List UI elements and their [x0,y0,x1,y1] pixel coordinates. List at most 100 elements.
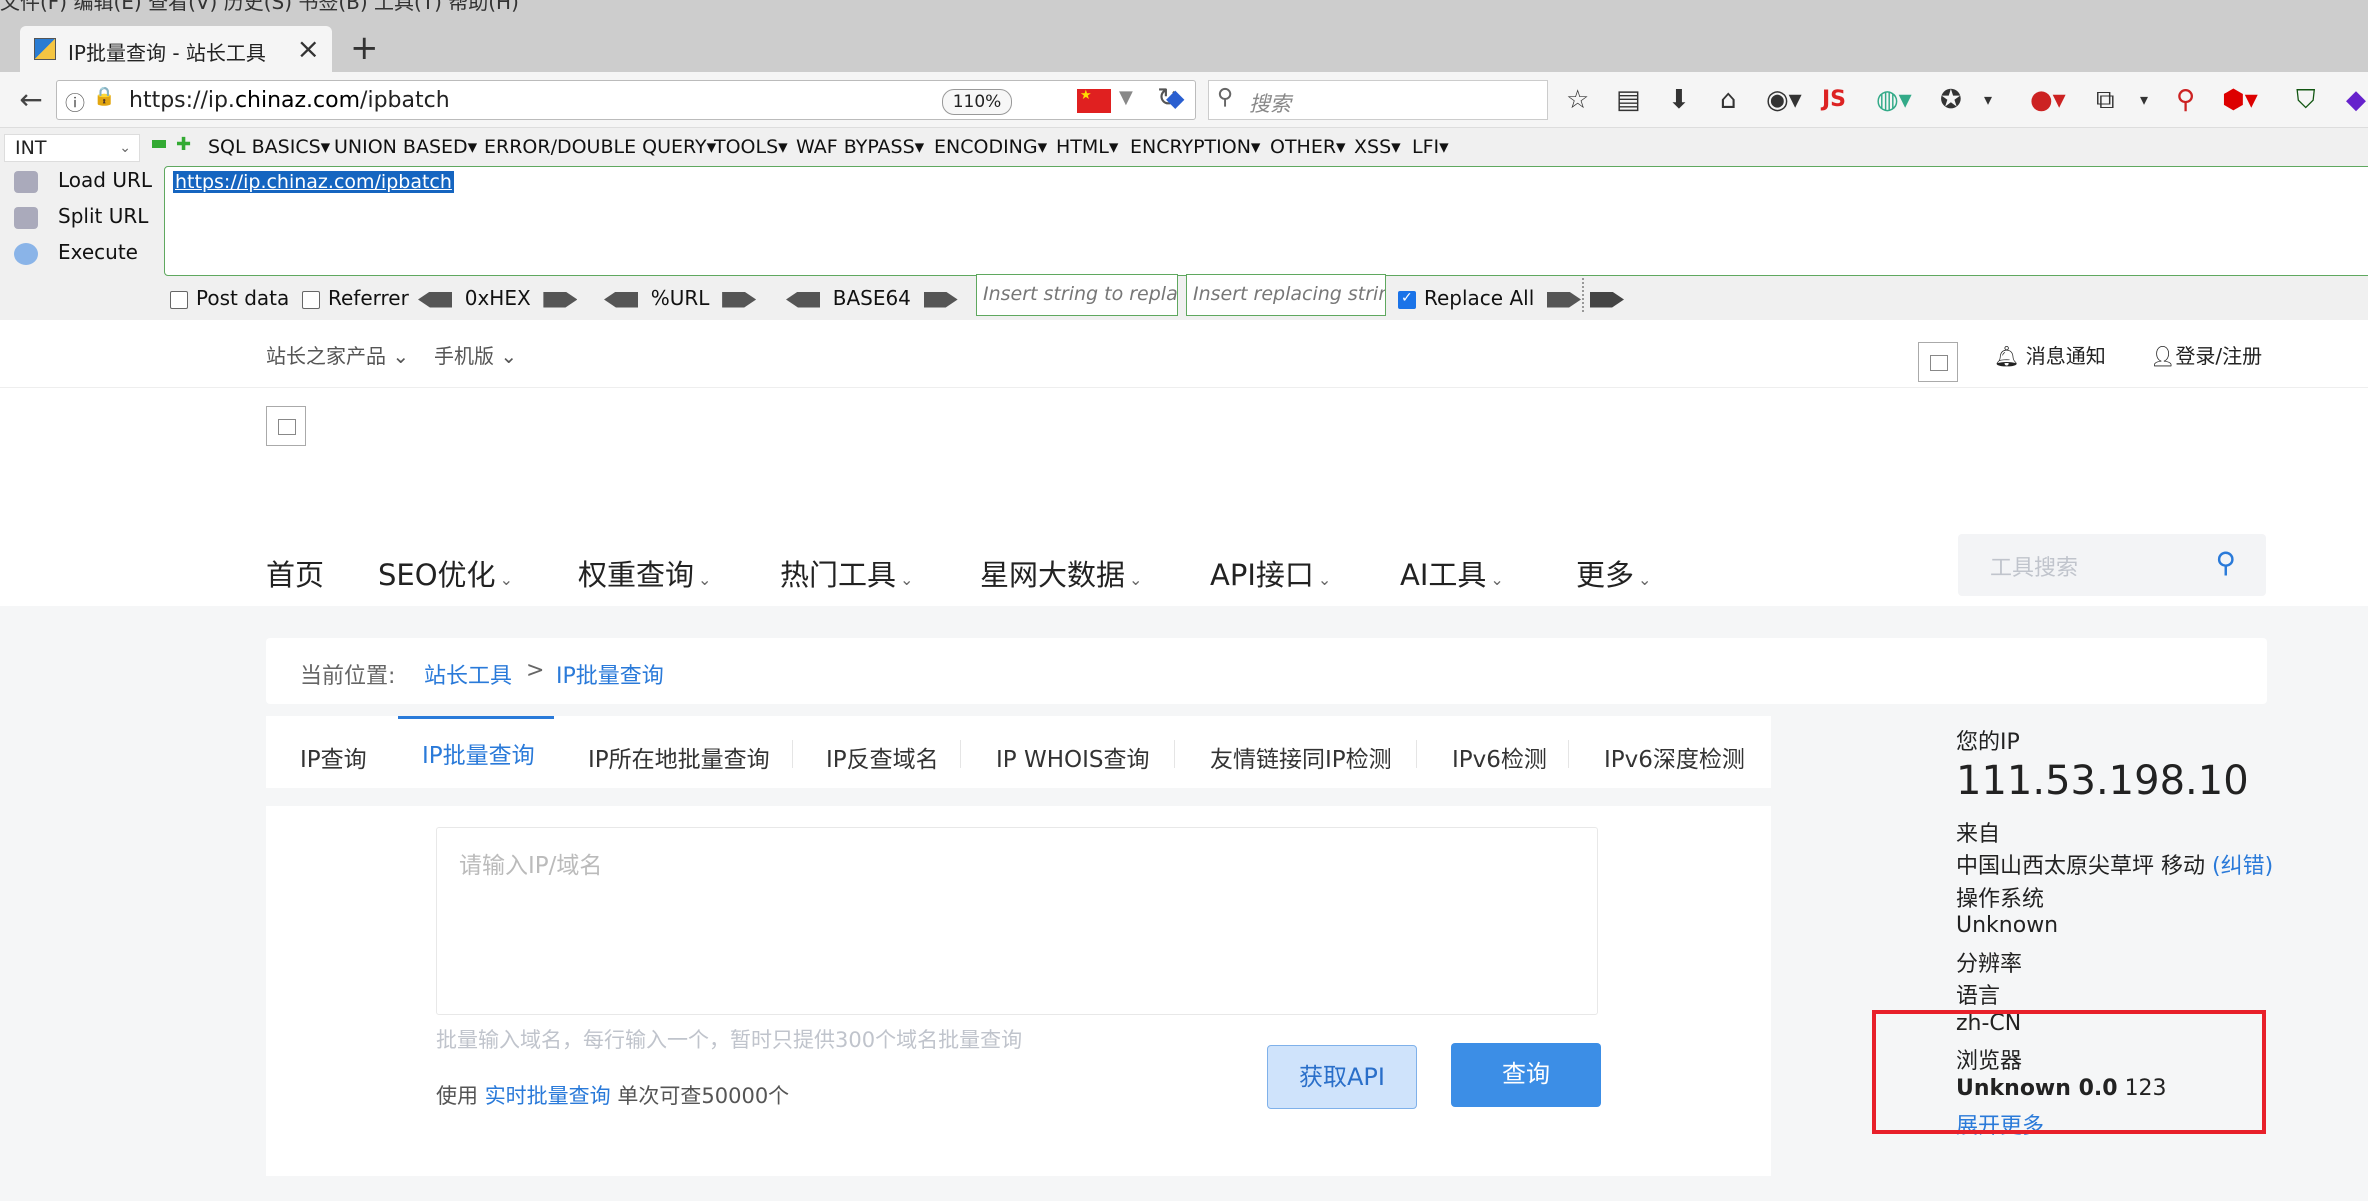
address-bar[interactable]: ⓘ 🔒 https://ip.chinaz.com/ipbatch 110% ▼… [56,80,1196,120]
query-button[interactable]: 查询 [1451,1043,1601,1107]
menu-encryption[interactable]: ENCRYPTION▾ [1130,136,1260,158]
load-icon [14,170,38,193]
nav-ai-tools[interactable]: AI工具 ⌄ [1400,552,1504,594]
correct-link[interactable]: (纠错) [2212,854,2273,879]
split-url-button[interactable]: Split URL [0,204,148,229]
split-icon [14,206,38,229]
load-url-button[interactable]: Load URL [0,168,152,193]
browser-tab-active[interactable]: IP批量查询 - 站长工具 × [20,26,332,72]
notification-button[interactable]: 🔔︎ 消息通知 [1994,340,2106,369]
menu-xss[interactable]: XSS▾ [1354,136,1401,158]
tab-ipv6[interactable]: IPv6检测 [1452,740,1547,774]
lock-icon: 🔒 [93,86,116,107]
js-icon[interactable]: JS [1822,86,1846,114]
login-button[interactable]: 👤︎登录/注册 [2150,340,2262,369]
reading-list-icon[interactable]: ▤ [1616,86,1641,114]
lastpass-icon[interactable]: ●▾ [2030,86,2066,114]
browser-chrome: 文件(F) 编辑(E) 查看(V) 历史(S) 书签(B) 工具(T) 帮助(H… [0,0,2368,320]
chevron-down-icon[interactable]: ▾ [2140,86,2148,114]
left-arrow-icon [418,291,452,308]
tab-friend-link-ip[interactable]: 友情链接同IP检测 [1210,740,1392,774]
tool-tabs: IP查询 IP批量查询 IP所在地批量查询 IP反查域名 IP WHOIS查询 … [266,716,1771,788]
products-dropdown[interactable]: 站长之家产品 ⌄ [266,340,409,369]
red-highlight-box [1872,1010,2266,1134]
globe-icon[interactable]: ◉▾ [1766,86,1802,114]
nav-bigdata[interactable]: 星网大数据 ⌄ [980,552,1142,594]
adblock-icon[interactable]: ⬢▾ [2222,86,2258,114]
int-select[interactable]: INT ⌄ [4,134,140,162]
bell-icon: 🔔︎ [1994,344,2020,368]
nav-seo[interactable]: SEO优化 ⌄ [378,552,513,594]
tab-ip-reverse[interactable]: IP反查域名 [826,740,939,774]
menu-waf-bypass[interactable]: WAF BYPASS▾ [796,136,924,158]
play-icon [14,242,38,265]
url-encoder[interactable]: %URL [604,286,757,310]
base64-encoder[interactable]: BASE64 [786,286,958,310]
hex-encoder[interactable]: 0xHEX [418,286,578,310]
new-tab-icon[interactable]: + [350,28,379,68]
get-api-button[interactable]: 获取API [1267,1045,1417,1109]
tool-search-input[interactable]: 工具搜索 ⚲ [1958,534,2266,596]
palette-icon[interactable]: ✪ [1940,86,1962,114]
post-data-checkbox[interactable]: Post data [170,286,289,310]
magnifier-icon[interactable]: ⚲ [2176,86,2195,114]
replace-all-checkbox[interactable]: Replace All [1398,286,1581,310]
menu-union-based[interactable]: UNION BASED▾ [334,136,477,158]
tab-strip: 文件(F) 编辑(E) 查看(V) 历史(S) 书签(B) 工具(T) 帮助(H… [0,0,2368,72]
tab-ip-batch[interactable]: IP批量查询 [422,736,535,770]
menu-other[interactable]: OTHER▾ [1270,136,1346,158]
plus-icon[interactable]: ✚ [176,134,191,155]
tab-ip-whois[interactable]: IP WHOIS查询 [996,740,1150,774]
language-label: 语言 [1956,984,2001,1009]
menu-encoding[interactable]: ENCODING▾ [934,136,1047,158]
close-tab-icon[interactable]: × [297,32,320,65]
execute-button[interactable]: Execute [0,240,138,265]
menu-tools[interactable]: TOOLS▾ [714,136,788,158]
home-icon[interactable]: ⌂ [1720,86,1737,114]
menu-sql-basics[interactable]: SQL BASICS▾ [208,136,330,158]
search-icon[interactable]: ⚲ [2215,546,2236,579]
search-placeholder: 搜索 [1249,92,1291,116]
download-icon[interactable]: ⬇ [1668,86,1690,114]
menu-bar[interactable]: 文件(F) 编辑(E) 查看(V) 历史(S) 书签(B) 工具(T) 帮助(H… [0,0,519,15]
bookmark-star-icon[interactable]: ☆ [1566,86,1589,114]
realtime-batch-link[interactable]: 实时批量查询 [485,1084,611,1108]
run-replace-button[interactable] [1590,286,1624,310]
chevron-down-icon[interactable]: ▾ [1984,86,1992,114]
tab-ipv6-deep[interactable]: IPv6深度检测 [1604,740,1745,774]
pocket-icon[interactable]: ◆ [1166,84,1184,112]
right-arrow-icon [543,291,578,308]
menu-lfi[interactable]: LFI▾ [1412,136,1449,158]
nav-more[interactable]: 更多 ⌄ [1576,552,1651,594]
chevron-down-icon[interactable]: ▼ [1119,87,1133,108]
shield-icon[interactable]: ⛉ [2296,86,2316,114]
info-icon[interactable]: ⓘ [65,87,85,116]
ip-domain-textarea[interactable]: 请输入IP/域名 [436,827,1598,1015]
nav-hot-tools[interactable]: 热门工具 ⌄ [780,552,913,594]
breadcrumb-current[interactable]: IP批量查询 [556,658,664,690]
breadcrumb-home-link[interactable]: 站长工具 [424,658,512,690]
minus-icon[interactable] [152,140,166,148]
tab-ip-location-batch[interactable]: IP所在地批量查询 [588,740,770,774]
url-text[interactable]: https://ip.chinaz.com/ipbatch [129,88,450,113]
back-arrow-icon[interactable]: ← [12,81,50,119]
nav-api[interactable]: API接口 ⌄ [1210,552,1331,594]
tab-title: IP批量查询 - 站长工具 [68,41,266,65]
mobile-dropdown[interactable]: 手机版 ⌄ [434,340,517,369]
qr-image-placeholder [1918,342,1958,382]
replace-string-input[interactable]: Insert string to replace [976,274,1178,316]
zoom-indicator[interactable]: 110% [942,89,1012,115]
tab-ip-query[interactable]: IP查询 [300,740,367,774]
replacing-string-input[interactable]: Insert replacing string [1186,274,1386,316]
menu-error-double-query[interactable]: ERROR/DOUBLE QUERY▾ [484,136,716,158]
referrer-checkbox[interactable]: Referrer [302,286,409,310]
feed-icon[interactable]: ⧉ [2096,86,2115,114]
browser-search-box[interactable]: ⚲ 搜索 [1208,80,1548,120]
extension-icon[interactable]: ◆ [2346,86,2366,114]
menu-html[interactable]: HTML▾ [1056,136,1118,158]
nav-home[interactable]: 首页 [266,552,324,594]
hackbar-url-textarea[interactable]: https://ip.chinaz.com/ipbatch [164,166,2368,276]
addon-icon[interactable]: ◍▾ [1876,86,1912,114]
nav-weight[interactable]: 权重查询 ⌄ [578,552,711,594]
your-ip-label: 您的IP [1956,730,2020,755]
